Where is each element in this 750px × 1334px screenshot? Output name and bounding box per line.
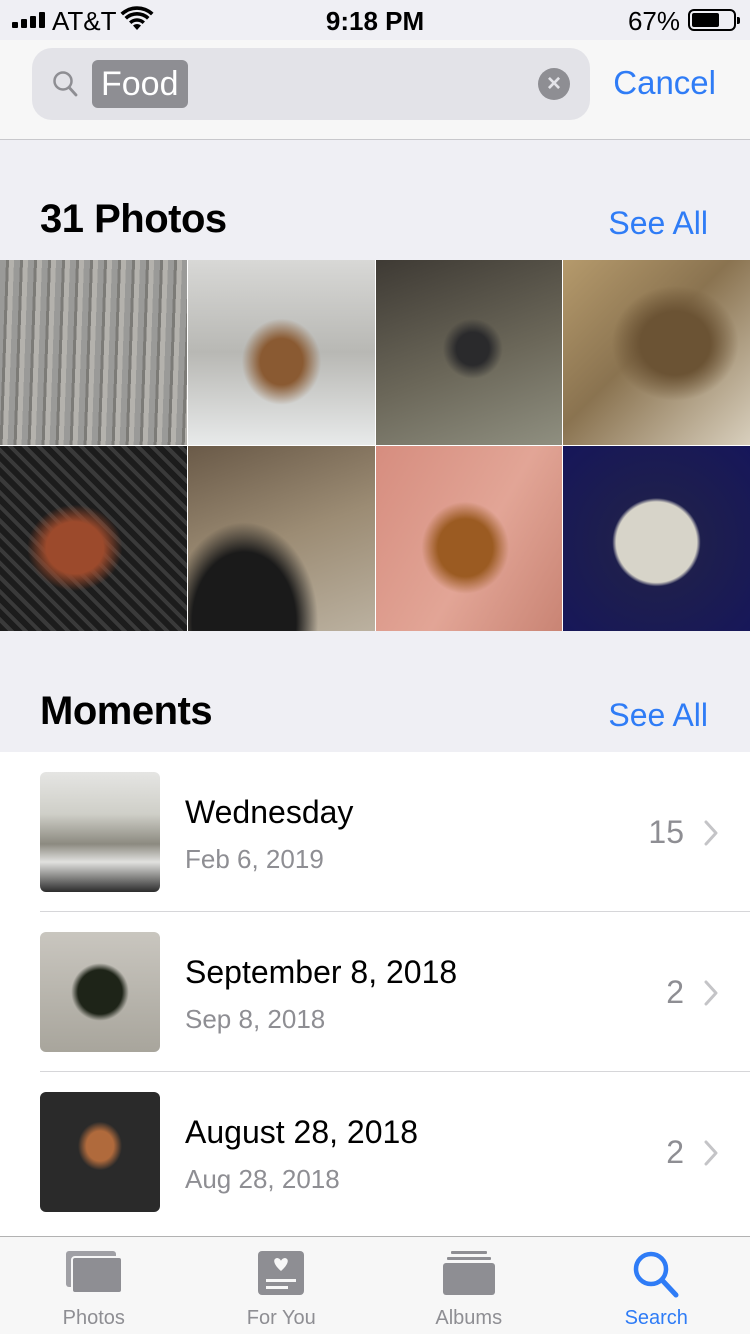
chevron-right-icon <box>704 820 718 846</box>
photo-thumbnail[interactable] <box>563 260 750 445</box>
moment-title: September 8, 2018 <box>185 954 458 990</box>
search-bar-container: Food × Cancel <box>0 40 750 140</box>
clear-search-button[interactable]: × <box>538 68 570 100</box>
cancel-button[interactable]: Cancel <box>613 64 716 102</box>
tab-label-photos: Photos <box>62 1307 125 1329</box>
albums-icon <box>442 1251 495 1295</box>
photo-thumbnail[interactable] <box>0 260 187 445</box>
moment-photo-count: 15 <box>648 814 684 850</box>
moments-section-title: Moments <box>40 689 213 733</box>
tab-for-you[interactable]: For You <box>188 1237 376 1334</box>
moments-section-header: Moments See All <box>0 631 750 752</box>
moment-title: August 28, 2018 <box>185 1114 419 1150</box>
chevron-right-icon <box>704 980 718 1006</box>
moment-date: Sep 8, 2018 <box>185 1004 326 1034</box>
tab-search[interactable]: Search <box>563 1237 750 1334</box>
moments-list: Wednesday Feb 6, 2019 15 September 8, 20… <box>0 752 750 1236</box>
moment-date: Feb 6, 2019 <box>185 844 324 874</box>
photo-grid <box>0 260 750 631</box>
moment-thumbnail <box>40 932 160 1052</box>
search-field[interactable]: Food × <box>32 48 590 120</box>
moment-row[interactable]: August 28, 2018 Aug 28, 2018 2 <box>0 1072 750 1232</box>
moment-thumbnail <box>40 1092 160 1212</box>
battery-fill <box>692 13 719 27</box>
photo-thumbnail[interactable] <box>0 446 187 631</box>
photo-thumbnail[interactable] <box>187 260 375 445</box>
tab-label-for-you: For You <box>246 1307 316 1329</box>
tab-photos[interactable]: Photos <box>0 1237 188 1334</box>
moment-row[interactable]: Wednesday Feb 6, 2019 15 <box>0 752 750 912</box>
photos-section-title: 31 Photos <box>40 197 227 241</box>
photos-see-all-link[interactable]: See All <box>608 205 708 242</box>
photos-icon <box>65 1251 123 1294</box>
battery-percentage: 67% <box>627 6 680 36</box>
battery-icon <box>688 9 740 31</box>
photo-thumbnail[interactable] <box>187 446 375 631</box>
tab-albums[interactable]: Albums <box>375 1237 563 1334</box>
moment-title: Wednesday <box>185 794 354 830</box>
tab-label-search: Search <box>624 1307 688 1329</box>
photo-thumbnail[interactable] <box>375 260 563 445</box>
moment-thumbnail <box>40 772 160 892</box>
tab-label-albums: Albums <box>435 1307 503 1329</box>
search-icon <box>53 71 78 97</box>
tab-bar: Photos For You Albums Search <box>0 1236 750 1334</box>
moments-see-all-link[interactable]: See All <box>608 697 708 734</box>
photo-thumbnail[interactable] <box>563 446 750 631</box>
photos-section-header: 31 Photos See All <box>0 141 750 260</box>
for-you-icon <box>258 1251 305 1295</box>
moment-date: Aug 28, 2018 <box>185 1164 340 1194</box>
moment-photo-count: 2 <box>666 1134 684 1170</box>
moment-photo-count: 2 <box>666 974 684 1010</box>
chevron-right-icon <box>704 1140 718 1166</box>
photo-thumbnail[interactable] <box>375 446 563 631</box>
status-bar: AT&T 9:18 PM 67% <box>0 0 750 40</box>
moment-row[interactable]: September 8, 2018 Sep 8, 2018 2 <box>0 912 750 1072</box>
clear-icon: × <box>546 70 561 97</box>
search-query-token[interactable]: Food <box>92 60 188 108</box>
search-icon <box>634 1251 679 1298</box>
